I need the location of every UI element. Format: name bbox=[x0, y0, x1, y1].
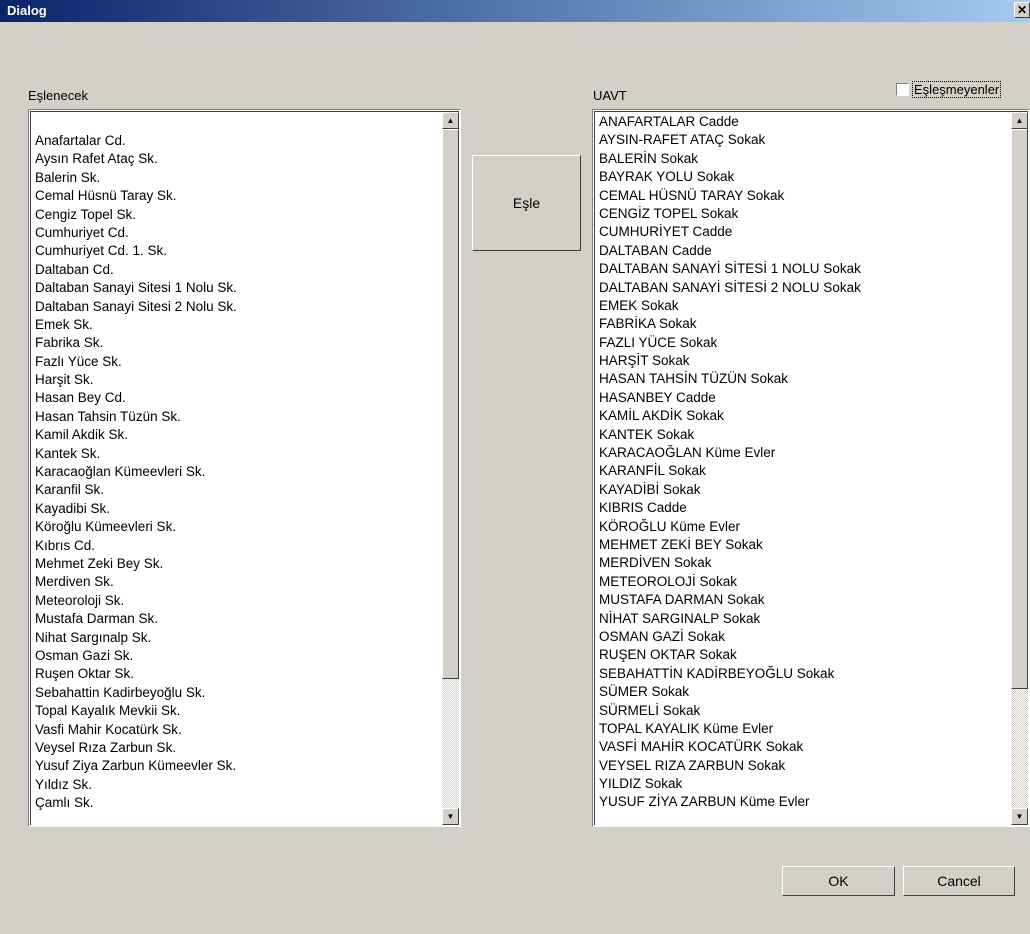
list-item[interactable]: SÜRMELİ Sokak bbox=[599, 702, 1008, 720]
list-item[interactable]: KÖROĞLU Küme Evler bbox=[599, 518, 1008, 536]
left-scrollbar[interactable]: ▲ ▼ bbox=[442, 112, 459, 825]
list-item[interactable]: CEMAL HÜSNÜ TARAY Sokak bbox=[599, 187, 1008, 205]
list-item[interactable]: Veysel Rıza Zarbun Sk. bbox=[35, 739, 439, 757]
list-item[interactable]: Daltaban Sanayi Sitesi 2 Nolu Sk. bbox=[35, 298, 439, 316]
list-item[interactable]: CENGİZ TOPEL Sokak bbox=[599, 205, 1008, 223]
list-item[interactable]: Yıldız Sk. bbox=[35, 776, 439, 794]
list-item[interactable]: CUMHURİYET Cadde bbox=[599, 223, 1008, 241]
left-listbox[interactable]: Anafartalar Cd. Aysın Rafet Ataç Sk. Baler… bbox=[28, 109, 461, 827]
list-item[interactable]: Harşit Sk. bbox=[35, 371, 439, 389]
unmatched-checkbox-label[interactable]: Eşleşmeyenler bbox=[911, 81, 1002, 98]
list-item[interactable]: Osman Gazi Sk. bbox=[35, 647, 439, 665]
list-item[interactable]: Balerin Sk. bbox=[35, 169, 439, 187]
list-item[interactable]: Fabrika Sk. bbox=[35, 334, 439, 352]
list-item[interactable]: Emek Sk. bbox=[35, 316, 439, 334]
list-item[interactable]: Köroğlu Kümeevleri Sk. bbox=[35, 518, 439, 536]
list-item[interactable]: Kayadibi Sk. bbox=[35, 500, 439, 518]
scroll-up-icon[interactable]: ▲ bbox=[442, 112, 459, 129]
list-item[interactable]: MUSTAFA DARMAN Sokak bbox=[599, 591, 1008, 609]
list-item[interactable]: MEHMET ZEKİ BEY Sokak bbox=[599, 536, 1008, 554]
scrollbar-thumb[interactable] bbox=[1011, 129, 1028, 689]
list-item[interactable]: Cumhuriyet Cd. bbox=[35, 224, 439, 242]
list-item[interactable]: Ruşen Oktar Sk. bbox=[35, 665, 439, 683]
list-item[interactable]: OSMAN GAZİ Sokak bbox=[599, 628, 1008, 646]
list-item[interactable]: MERDİVEN Sokak bbox=[599, 554, 1008, 572]
list-item[interactable]: Yusuf Ziya Zarbun Kümeevler Sk. bbox=[35, 757, 439, 775]
scroll-down-icon[interactable]: ▼ bbox=[442, 808, 459, 825]
list-item[interactable]: Karanfil Sk. bbox=[35, 481, 439, 499]
list-item[interactable]: AYSIN-RAFET ATAÇ Sokak bbox=[599, 131, 1008, 149]
list-item[interactable]: HASAN TAHSİN TÜZÜN Sokak bbox=[599, 370, 1008, 388]
list-item[interactable]: Topal Kayalık Mevkii Sk. bbox=[35, 702, 439, 720]
list-item[interactable]: EMEK Sokak bbox=[599, 297, 1008, 315]
list-item[interactable]: Anafartalar Cd. bbox=[35, 132, 439, 150]
list-item[interactable]: Aysın Rafet Ataç Sk. bbox=[35, 150, 439, 168]
list-item[interactable]: METEOROLOJİ Sokak bbox=[599, 573, 1008, 591]
list-item[interactable]: Daltaban Sanayi Sitesi 1 Nolu Sk. bbox=[35, 279, 439, 297]
list-item[interactable]: KIBRIS Cadde bbox=[599, 499, 1008, 517]
right-list-items: ANAFARTALAR Cadde AYSIN-RAFET ATAÇ Sokak B… bbox=[599, 113, 1008, 812]
list-item[interactable]: HASANBEY Cadde bbox=[599, 389, 1008, 407]
list-item[interactable]: HARŞİT Sokak bbox=[599, 352, 1008, 370]
list-item[interactable]: KANTEK Sokak bbox=[599, 426, 1008, 444]
list-item[interactable]: DALTABAN SANAYİ SİTESİ 1 NOLU Sokak bbox=[599, 260, 1008, 278]
list-item[interactable]: YUSUF ZİYA ZARBUN Küme Evler bbox=[599, 793, 1008, 811]
close-icon[interactable]: ✕ bbox=[1014, 2, 1030, 18]
list-item[interactable]: Cengiz Topel Sk. bbox=[35, 206, 439, 224]
right-list-label: UAVT bbox=[593, 88, 627, 103]
list-item[interactable]: BAYRAK YOLU Sokak bbox=[599, 168, 1008, 186]
list-item[interactable]: Merdiven Sk. bbox=[35, 573, 439, 591]
list-item[interactable]: SÜMER Sokak bbox=[599, 683, 1008, 701]
list-item[interactable]: KAYADİBİ Sokak bbox=[599, 481, 1008, 499]
list-item[interactable]: VASFİ MAHİR KOCATÜRK Sokak bbox=[599, 738, 1008, 756]
list-item[interactable]: Cumhuriyet Cd. 1. Sk. bbox=[35, 242, 439, 260]
list-item[interactable]: Mehmet Zeki Bey Sk. bbox=[35, 555, 439, 573]
match-button[interactable]: Eşle bbox=[472, 155, 581, 251]
scroll-down-icon[interactable]: ▼ bbox=[1011, 808, 1028, 825]
list-item[interactable]: SEBAHATTİN KADİRBEYOĞLU Sokak bbox=[599, 665, 1008, 683]
list-item[interactable]: RUŞEN OKTAR Sokak bbox=[599, 646, 1008, 664]
right-scrollbar[interactable]: ▲ ▼ bbox=[1011, 112, 1028, 825]
list-item[interactable]: KARANFİL Sokak bbox=[599, 462, 1008, 480]
list-item[interactable]: Cemal Hüsnü Taray Sk. bbox=[35, 187, 439, 205]
scrollbar-thumb[interactable] bbox=[442, 129, 459, 679]
list-item[interactable]: Hasan Tahsin Tüzün Sk. bbox=[35, 408, 439, 426]
list-item[interactable]: Daltaban Cd. bbox=[35, 261, 439, 279]
scroll-up-icon[interactable]: ▲ bbox=[1011, 112, 1028, 129]
list-item[interactable]: Sebahattin Kadirbeyoğlu Sk. bbox=[35, 684, 439, 702]
list-item[interactable]: ANAFARTALAR Cadde bbox=[599, 113, 1008, 131]
right-listbox[interactable]: ANAFARTALAR Cadde AYSIN-RAFET ATAÇ Sokak B… bbox=[592, 109, 1030, 827]
list-item[interactable]: Meteoroloji Sk. bbox=[35, 592, 439, 610]
window-title: Dialog bbox=[7, 3, 47, 18]
left-list-items: Anafartalar Cd. Aysın Rafet Ataç Sk. Baler… bbox=[35, 132, 439, 812]
list-item[interactable]: NİHAT SARGINALP Sokak bbox=[599, 610, 1008, 628]
list-item[interactable]: VEYSEL RIZA ZARBUN Sokak bbox=[599, 757, 1008, 775]
list-item[interactable]: FABRİKA Sokak bbox=[599, 315, 1008, 333]
list-item[interactable]: KARACAOĞLAN Küme Evler bbox=[599, 444, 1008, 462]
list-item[interactable]: Kıbrıs Cd. bbox=[35, 537, 439, 555]
list-item[interactable]: DALTABAN Cadde bbox=[599, 242, 1008, 260]
list-item[interactable]: Kantek Sk. bbox=[35, 445, 439, 463]
list-item[interactable]: Çamlı Sk. bbox=[35, 794, 439, 812]
list-item[interactable]: KAMİL AKDİK Sokak bbox=[599, 407, 1008, 425]
list-item[interactable]: BALERİN Sokak bbox=[599, 150, 1008, 168]
list-item[interactable]: YILDIZ Sokak bbox=[599, 775, 1008, 793]
list-item[interactable]: Fazlı Yüce Sk. bbox=[35, 353, 439, 371]
ok-button[interactable]: OK bbox=[782, 866, 895, 896]
list-item[interactable]: DALTABAN SANAYİ SİTESİ 2 NOLU Sokak bbox=[599, 279, 1008, 297]
list-item[interactable]: Vasfi Mahir Kocatürk Sk. bbox=[35, 721, 439, 739]
list-item[interactable]: Karacaoğlan Kümeevleri Sk. bbox=[35, 463, 439, 481]
checkbox-box[interactable] bbox=[896, 83, 909, 96]
list-item[interactable]: FAZLI YÜCE Sokak bbox=[599, 334, 1008, 352]
list-item[interactable]: TOPAL KAYALIK Küme Evler bbox=[599, 720, 1008, 738]
left-list-label: Eşlenecek bbox=[28, 88, 88, 103]
list-item[interactable]: Kamil Akdik Sk. bbox=[35, 426, 439, 444]
list-item[interactable]: Hasan Bey Cd. bbox=[35, 389, 439, 407]
cancel-button[interactable]: Cancel bbox=[903, 866, 1015, 896]
title-bar: Dialog ✕ bbox=[0, 0, 1030, 22]
list-item[interactable]: Nihat Sargınalp Sk. bbox=[35, 629, 439, 647]
list-item[interactable]: Mustafa Darman Sk. bbox=[35, 610, 439, 628]
